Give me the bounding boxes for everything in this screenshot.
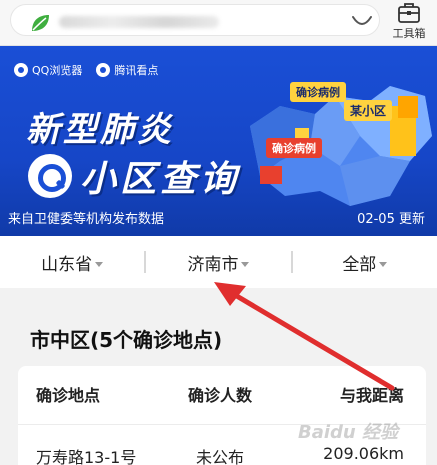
map-tag-confirmed-2: 确诊病例 <box>266 138 322 158</box>
banner-title-line2: 小区查询 <box>80 159 241 200</box>
chevron-down-icon <box>379 262 388 267</box>
qq-browser-label: QQ浏览器 <box>32 64 83 77</box>
header-location: 确诊地点 <box>36 386 101 405</box>
qq-browser-logo-icon <box>14 63 28 77</box>
qq-browser-brand: QQ浏览器 <box>14 62 82 78</box>
city-label: 济南市 <box>187 254 239 275</box>
address-bar[interactable] <box>10 4 380 36</box>
header-count: 确诊人数 <box>188 386 253 405</box>
update-date-text: 02-05 更新 <box>357 212 425 227</box>
tencent-news-brand: 腾讯看点 <box>96 62 158 78</box>
results-table-card: 确诊地点 确诊人数 与我距离 万寿路13-1号 未公布 209.06km <box>18 366 426 465</box>
blurred-url-text <box>59 16 219 28</box>
toolbox-icon <box>398 3 420 23</box>
browser-top-bar: 工具箱 <box>0 0 437 46</box>
row-distance: 209.06km <box>323 444 404 463</box>
district-title: 市中区(5个确诊地点) <box>30 328 223 352</box>
district-dropdown[interactable]: 全部 <box>293 250 437 275</box>
city-dropdown[interactable]: 济南市 <box>146 250 290 275</box>
toolbox-button[interactable]: 工具箱 <box>384 2 434 44</box>
map-tag-confirmed-1: 确诊病例 <box>290 82 346 102</box>
location-filter-row: 山东省 济南市 全部 <box>0 236 437 288</box>
search-icon <box>28 154 72 198</box>
province-dropdown[interactable]: 山东省 <box>0 250 144 275</box>
toolbox-label: 工具箱 <box>392 27 426 40</box>
data-source-text: 来自卫健委等机构发布数据 <box>8 212 165 227</box>
province-label: 山东省 <box>41 254 93 275</box>
leaf-icon <box>32 15 49 31</box>
banner-title-line2-row: 小区查询 <box>28 150 240 202</box>
brand-row: QQ浏览器 腾讯看点 <box>14 62 158 78</box>
row-location[interactable]: 万寿路13-1号 <box>36 444 136 465</box>
map-tag-community: 某小区 <box>344 100 393 121</box>
covid-query-banner[interactable]: QQ浏览器 腾讯看点 新型肺炎 小区查询 确诊病例 某小区 确诊病例 来自卫健委… <box>0 46 437 236</box>
tencent-news-logo-icon <box>96 63 111 77</box>
chevron-down-icon <box>95 262 104 267</box>
chevron-down-icon <box>241 262 250 267</box>
watermark: Baidu 经验 <box>298 422 399 443</box>
smile-icon[interactable] <box>349 11 375 33</box>
row-count: 未公布 <box>196 448 245 465</box>
header-distance: 与我距离 <box>339 386 404 405</box>
banner-title-line1: 新型肺炎 <box>26 110 174 150</box>
district-filter-label: 全部 <box>342 254 377 275</box>
tencent-news-label: 腾讯看点 <box>114 64 159 77</box>
